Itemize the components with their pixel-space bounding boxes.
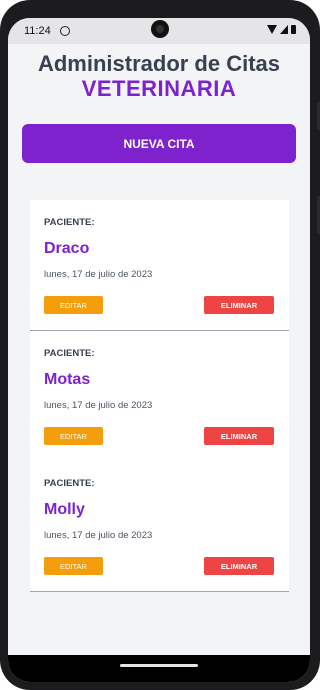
edit-button[interactable]: EDITAR [44, 296, 103, 314]
appointment-date: lunes, 17 de julio de 2023 [44, 400, 153, 411]
page-subtitle: VETERINARIA [81, 76, 237, 101]
status-bar: 11:24 [8, 18, 310, 44]
appointment-card: PACIENTE: Draco lunes, 17 de julio de 20… [30, 200, 289, 331]
appointment-card: PACIENTE: Molly lunes, 17 de julio de 20… [30, 461, 289, 592]
app-notification-icon [60, 26, 70, 36]
patient-label: PACIENTE: [44, 478, 95, 489]
edit-button[interactable]: EDITAR [44, 557, 103, 575]
status-icons [267, 25, 296, 34]
appointment-card: PACIENTE: Motas lunes, 17 de julio de 20… [30, 331, 289, 462]
camera-icon [151, 20, 169, 38]
delete-button[interactable]: ELIMINAR [204, 557, 274, 575]
home-indicator[interactable] [120, 664, 198, 667]
battery-icon [291, 25, 296, 34]
delete-button[interactable]: ELIMINAR [204, 427, 274, 445]
signal-icon [280, 25, 288, 34]
wifi-icon [267, 25, 277, 34]
delete-button[interactable]: ELIMINAR [204, 296, 274, 314]
navigation-bar [8, 655, 310, 682]
status-time: 11:24 [24, 25, 51, 37]
patient-label: PACIENTE: [44, 217, 95, 228]
page-title: Administrador de Citas [37, 51, 281, 76]
appointment-date: lunes, 17 de julio de 2023 [44, 269, 153, 280]
screen: 11:24 Administrador de Citas VETERINARIA… [8, 18, 310, 682]
edit-button[interactable]: EDITAR [44, 427, 103, 445]
new-appointment-button[interactable]: NUEVA CITA [22, 124, 296, 163]
patient-label: PACIENTE: [44, 348, 95, 359]
phone-frame: 11:24 Administrador de Citas VETERINARIA… [0, 0, 320, 690]
patient-name: Molly [44, 501, 85, 518]
appointment-date: lunes, 17 de julio de 2023 [44, 530, 153, 541]
patient-name: Motas [44, 371, 91, 388]
patient-name: Draco [44, 240, 90, 257]
